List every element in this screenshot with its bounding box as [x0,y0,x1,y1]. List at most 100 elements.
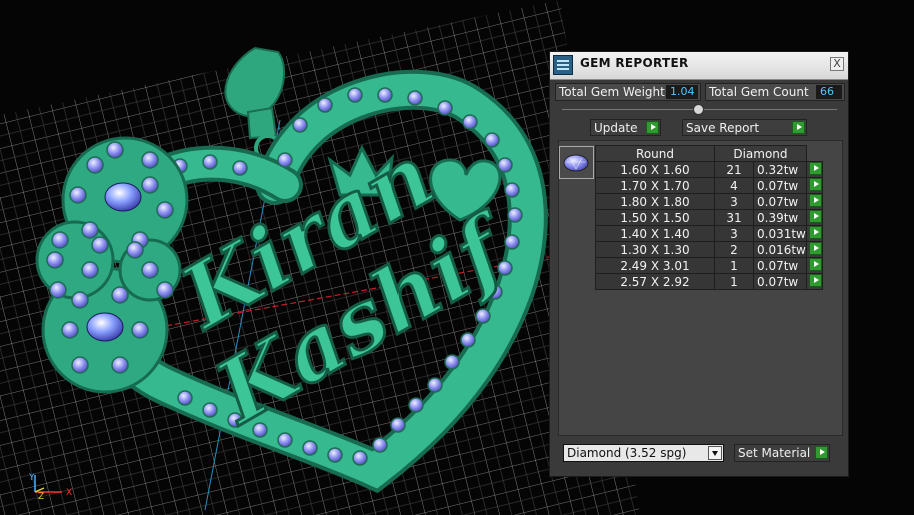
row-action-button[interactable] [805,225,823,242]
gem-weight-cell: 0.39tw [753,209,807,226]
viewport-gem [131,321,149,339]
viewport-gem [81,261,99,279]
large-oval-gem [86,312,124,342]
viewport-gem [444,354,460,370]
play-arrow-icon [792,121,805,134]
viewport-gem [302,440,318,456]
gem-size-cell: 1.40 X 1.40 [595,225,715,242]
row-action-button[interactable] [805,193,823,210]
row-action-button[interactable] [805,241,823,258]
table-row[interactable]: 2.49 X 3.01 1 0.07tw [595,257,823,274]
gem-size-cell: 2.49 X 3.01 [595,257,715,274]
play-arrow-icon [808,226,822,239]
play-arrow-icon [808,258,822,271]
gem-count-cell: 1 [714,273,754,290]
viewport-gem [437,100,453,116]
table-row[interactable]: 1.60 X 1.60 21 0.32tw [595,161,823,178]
table-row[interactable]: 1.50 X 1.50 31 0.39tw [595,209,823,226]
gem-weight-cell: 0.07tw [753,193,807,210]
viewport-gem [111,356,129,374]
gem-weight-cell: 0.031tw [753,225,807,242]
viewport-gem [141,176,159,194]
gem-count-cell: 1 [714,257,754,274]
close-icon[interactable]: X [830,57,844,71]
viewport-gem [390,417,406,433]
gem-weight-cell: 0.07tw [753,273,807,290]
viewport-gem [377,87,393,103]
viewport-gem [427,377,443,393]
update-button[interactable]: Update [590,119,661,136]
viewport-gem [81,221,99,239]
viewport-gem [91,236,109,254]
window-titlebar[interactable]: GEM REPORTER X [550,52,848,80]
window-title: GEM REPORTER [580,56,689,70]
viewport-gem [111,286,129,304]
viewport-gem [292,117,308,133]
table-row[interactable]: 2.57 X 2.92 1 0.07tw [595,273,823,290]
viewport-gem [61,321,79,339]
play-arrow-icon [808,274,822,287]
viewport-gem [484,132,500,148]
gem-weight-cell: 0.32tw [753,161,807,178]
table-row[interactable]: 1.70 X 1.70 4 0.07tw [595,177,823,194]
gem-count-cell: 4 [714,177,754,194]
viewport-gem [49,281,67,299]
gem-size-cell: 1.70 X 1.70 [595,177,715,194]
viewport-gem [46,251,64,269]
gem-size-cell: 1.50 X 1.50 [595,209,715,226]
row-action-button[interactable] [805,177,823,194]
total-gem-weight-value: 1.04 [666,85,698,99]
splitter-handle[interactable] [693,104,704,115]
set-material-button[interactable]: Set Material [734,444,830,462]
row-action-button[interactable] [805,209,823,226]
play-arrow-icon [808,242,822,255]
round-gem-icon[interactable] [559,146,594,179]
gem-count-cell: 2 [714,241,754,258]
axis-label-y: Y [28,473,35,483]
row-action-button[interactable] [805,257,823,274]
row-action-button[interactable] [805,273,823,290]
gem-count-cell: 3 [714,225,754,242]
gem-count-cell: 3 [714,193,754,210]
material-dropdown[interactable]: Diamond (3.52 spg) [563,444,724,462]
gem-weight-cell: 0.016tw [753,241,807,258]
material-dropdown-value: Diamond (3.52 spg) [567,446,687,460]
viewport-gem [507,207,523,223]
gem-count-cell: 31 [714,209,754,226]
gem-size-cell: 2.57 X 2.92 [595,273,715,290]
set-material-button-label: Set Material [738,446,811,460]
viewport-gem [51,231,69,249]
viewport-gem [71,291,89,309]
viewport-gem [202,154,218,170]
viewport-gem [71,356,89,374]
gem-table-body: 1.60 X 1.60 21 0.32tw 1.70 X 1.70 4 0.07tw 1.8… [595,161,823,290]
total-gem-weight-label: Total Gem Weight [559,85,665,99]
play-arrow-icon [646,121,659,134]
viewport-gem [347,87,363,103]
play-arrow-icon [808,194,822,207]
table-row[interactable]: 1.30 X 1.30 2 0.016tw [595,241,823,258]
chevron-down-icon[interactable] [708,446,722,460]
gem-size-cell: 1.30 X 1.30 [595,241,715,258]
update-button-label: Update [594,121,638,135]
viewport-gem [407,90,423,106]
table-row[interactable]: 1.40 X 1.40 3 0.031tw [595,225,823,242]
save-report-button[interactable]: Save Report [682,119,807,136]
gem-size-cell: 1.80 X 1.80 [595,193,715,210]
table-row[interactable]: 1.80 X 1.80 3 0.07tw [595,193,823,210]
column-header-material: Diamond [714,145,807,162]
viewport-gem [460,332,476,348]
gem-reporter-icon [553,55,573,75]
gem-weight-cell: 0.07tw [753,177,807,194]
row-action-button[interactable] [805,161,823,178]
viewport-gem [156,201,174,219]
viewport-gem [69,186,87,204]
total-gem-count: Total Gem Count 66 [705,83,845,101]
viewport-gem [126,241,144,259]
save-report-button-label: Save Report [686,121,760,135]
viewport-gem [317,97,333,113]
gem-count-cell: 21 [714,161,754,178]
gem-size-cell: 1.60 X 1.60 [595,161,715,178]
total-gem-weight: Total Gem Weight 1.04 [555,83,701,101]
viewport-gem [327,447,343,463]
